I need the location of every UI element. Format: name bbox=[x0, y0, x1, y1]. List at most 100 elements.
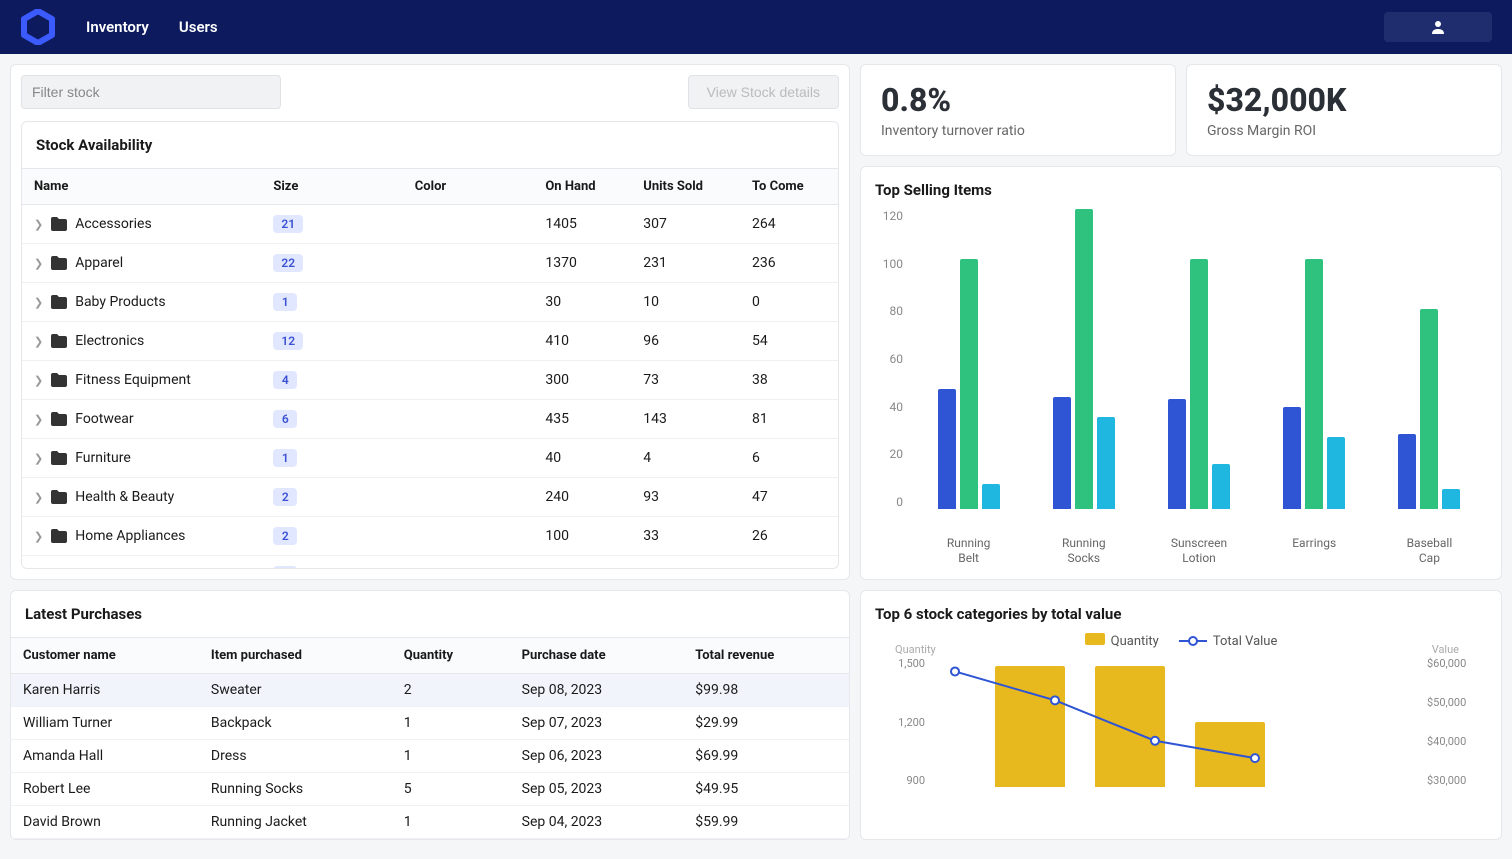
table-row[interactable]: ❯Electronics124109654 bbox=[22, 322, 838, 361]
table-row[interactable]: Karen HarrisSweater2Sep 08, 2023$99.98 bbox=[11, 674, 849, 707]
table-row[interactable]: ❯Baby Products130100 bbox=[22, 283, 838, 322]
legend-qty-label: Quantity bbox=[1111, 634, 1159, 649]
to-come-value: 26 bbox=[740, 517, 838, 556]
col-name[interactable]: Name bbox=[22, 169, 261, 205]
bar-group bbox=[1141, 209, 1256, 509]
nav-users[interactable]: Users bbox=[179, 18, 218, 36]
bar bbox=[1190, 259, 1208, 509]
legend-val-label: Total Value bbox=[1213, 634, 1278, 649]
revenue-value: $49.95 bbox=[683, 773, 849, 806]
item-name: Running Jacket bbox=[199, 806, 392, 839]
col-item[interactable]: Item purchased bbox=[199, 638, 392, 674]
nav-inventory[interactable]: Inventory bbox=[86, 18, 149, 36]
filter-stock-input[interactable] bbox=[21, 75, 281, 109]
table-row[interactable]: ❯Fitness Equipment43007338 bbox=[22, 361, 838, 400]
chevron-right-icon: ❯ bbox=[34, 452, 43, 465]
date-value: Sep 08, 2023 bbox=[510, 674, 684, 707]
bar-group bbox=[1372, 209, 1487, 509]
folder-icon bbox=[51, 217, 67, 231]
folder-icon bbox=[51, 334, 67, 348]
count-badge: 4 bbox=[273, 371, 297, 389]
bar bbox=[1442, 489, 1460, 509]
user-menu-button[interactable] bbox=[1384, 12, 1492, 42]
units-sold-value: 10 bbox=[631, 283, 740, 322]
on-hand-value: 435 bbox=[533, 400, 631, 439]
on-hand-value: 200 bbox=[533, 556, 631, 569]
count-badge: 12 bbox=[273, 332, 303, 350]
top-selling-x-labels: RunningBeltRunningSocksSunscreenLotionEa… bbox=[911, 536, 1487, 565]
chevron-right-icon: ❯ bbox=[34, 296, 43, 309]
x-label: BaseballCap bbox=[1372, 536, 1487, 565]
col-color[interactable]: Color bbox=[403, 169, 534, 205]
category-name: Home Appliances bbox=[75, 528, 185, 544]
bar bbox=[1053, 397, 1071, 510]
bar-group bbox=[911, 209, 1026, 509]
table-row[interactable]: Robert LeeRunning Socks5Sep 05, 2023$49.… bbox=[11, 773, 849, 806]
col-on-hand[interactable]: On Hand bbox=[533, 169, 631, 205]
bar bbox=[982, 484, 1000, 509]
kpi-roi-value: $32,000K bbox=[1207, 81, 1481, 119]
navbar: Inventory Users bbox=[0, 0, 1512, 54]
category-name: Baby Products bbox=[75, 294, 165, 310]
col-qty[interactable]: Quantity bbox=[392, 638, 510, 674]
category-name: Furniture bbox=[75, 450, 131, 466]
folder-icon bbox=[51, 490, 67, 504]
units-sold-value: 307 bbox=[631, 205, 740, 244]
table-row[interactable]: ❯Home Appliances21003326 bbox=[22, 517, 838, 556]
date-value: Sep 04, 2023 bbox=[510, 806, 684, 839]
to-come-value: 47 bbox=[740, 478, 838, 517]
x-label: Earrings bbox=[1257, 536, 1372, 565]
table-row[interactable]: ❯Home Goods42003646 bbox=[22, 556, 838, 569]
folder-icon bbox=[51, 373, 67, 387]
col-revenue[interactable]: Total revenue bbox=[683, 638, 849, 674]
col-size[interactable]: Size bbox=[261, 169, 402, 205]
on-hand-value: 40 bbox=[533, 439, 631, 478]
col-to-come[interactable]: To Come bbox=[740, 169, 838, 205]
top-selling-card: Top Selling Items 120100806040200 Runnin… bbox=[860, 166, 1502, 580]
stock-table-scroll[interactable]: Name Size Color On Hand Units Sold To Co… bbox=[22, 169, 838, 568]
units-sold-value: 36 bbox=[631, 556, 740, 569]
view-stock-details-button[interactable]: View Stock details bbox=[688, 75, 839, 109]
revenue-value: $69.99 bbox=[683, 740, 849, 773]
bar bbox=[1305, 259, 1323, 509]
item-name: Sweater bbox=[199, 674, 392, 707]
table-row[interactable]: ❯Accessories211405307264 bbox=[22, 205, 838, 244]
quantity-swatch-icon bbox=[1085, 633, 1105, 645]
chevron-right-icon: ❯ bbox=[34, 218, 43, 231]
col-units-sold[interactable]: Units Sold bbox=[631, 169, 740, 205]
table-row[interactable]: David BrownRunning Jacket1Sep 04, 2023$5… bbox=[11, 806, 849, 839]
latest-purchases-card: Latest Purchases Customer name Item purc… bbox=[10, 590, 850, 840]
units-sold-value: 33 bbox=[631, 517, 740, 556]
to-come-value: 236 bbox=[740, 244, 838, 283]
item-name: Running Socks bbox=[199, 773, 392, 806]
kpi-roi-label: Gross Margin ROI bbox=[1207, 123, 1481, 139]
folder-icon bbox=[51, 412, 67, 426]
top6-plot bbox=[935, 657, 1417, 787]
col-customer[interactable]: Customer name bbox=[11, 638, 199, 674]
table-row[interactable]: ❯Furniture14046 bbox=[22, 439, 838, 478]
to-come-value: 0 bbox=[740, 283, 838, 322]
to-come-value: 264 bbox=[740, 205, 838, 244]
qty-value: 1 bbox=[392, 806, 510, 839]
bar bbox=[1283, 407, 1301, 510]
customer-name: Karen Harris bbox=[11, 674, 199, 707]
on-hand-value: 300 bbox=[533, 361, 631, 400]
table-row[interactable]: William TurnerBackpack1Sep 07, 2023$29.9… bbox=[11, 707, 849, 740]
to-come-value: 6 bbox=[740, 439, 838, 478]
kpi-turnover-value: 0.8% bbox=[881, 81, 1155, 119]
bar bbox=[1097, 417, 1115, 510]
table-row[interactable]: ❯Footwear643514381 bbox=[22, 400, 838, 439]
chevron-right-icon: ❯ bbox=[34, 491, 43, 504]
table-row[interactable]: ❯Health & Beauty22409347 bbox=[22, 478, 838, 517]
table-row[interactable]: ❯Apparel221370231236 bbox=[22, 244, 838, 283]
top6-y-right: $60,000$50,000$40,000$30,000 bbox=[1427, 657, 1487, 787]
count-badge: 1 bbox=[273, 293, 297, 311]
table-row[interactable]: Amanda HallDress1Sep 06, 2023$69.99 bbox=[11, 740, 849, 773]
x-label: RunningBelt bbox=[911, 536, 1026, 565]
col-date[interactable]: Purchase date bbox=[510, 638, 684, 674]
category-name: Accessories bbox=[75, 216, 151, 232]
qty-value: 1 bbox=[392, 707, 510, 740]
chevron-right-icon: ❯ bbox=[34, 413, 43, 426]
chevron-right-icon: ❯ bbox=[34, 257, 43, 270]
qty-value: 5 bbox=[392, 773, 510, 806]
